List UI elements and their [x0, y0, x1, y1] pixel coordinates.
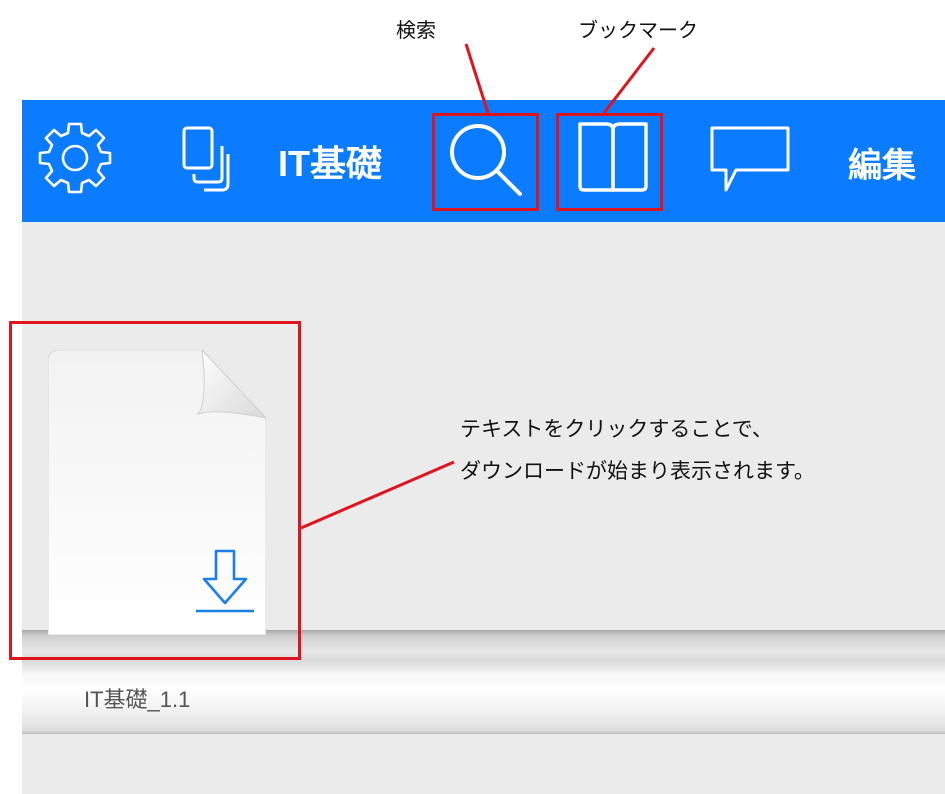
edit-button[interactable]: 編集 — [848, 138, 916, 187]
copy-icon[interactable] — [178, 124, 244, 200]
book-title[interactable]: IT基礎_1.1 — [84, 682, 190, 714]
bookmark-highlight-box — [556, 113, 663, 211]
instruction-line-2: ダウンロードが始まり表示されます。 — [460, 459, 815, 483]
comment-icon[interactable] — [706, 122, 796, 202]
search-highlight-box — [432, 113, 539, 211]
search-callout-label: 検索 — [396, 18, 436, 42]
instruction-text: テキストをクリックすることで、 ダウンロードが始まり表示されます。 — [460, 408, 940, 492]
instruction-line-1: テキストをクリックすることで、 — [460, 417, 773, 441]
bookmark-callout-label: ブックマーク — [578, 18, 698, 42]
gear-icon[interactable] — [36, 118, 114, 200]
document-highlight-box — [9, 321, 301, 660]
toolbar-title: IT基礎 — [278, 143, 382, 184]
